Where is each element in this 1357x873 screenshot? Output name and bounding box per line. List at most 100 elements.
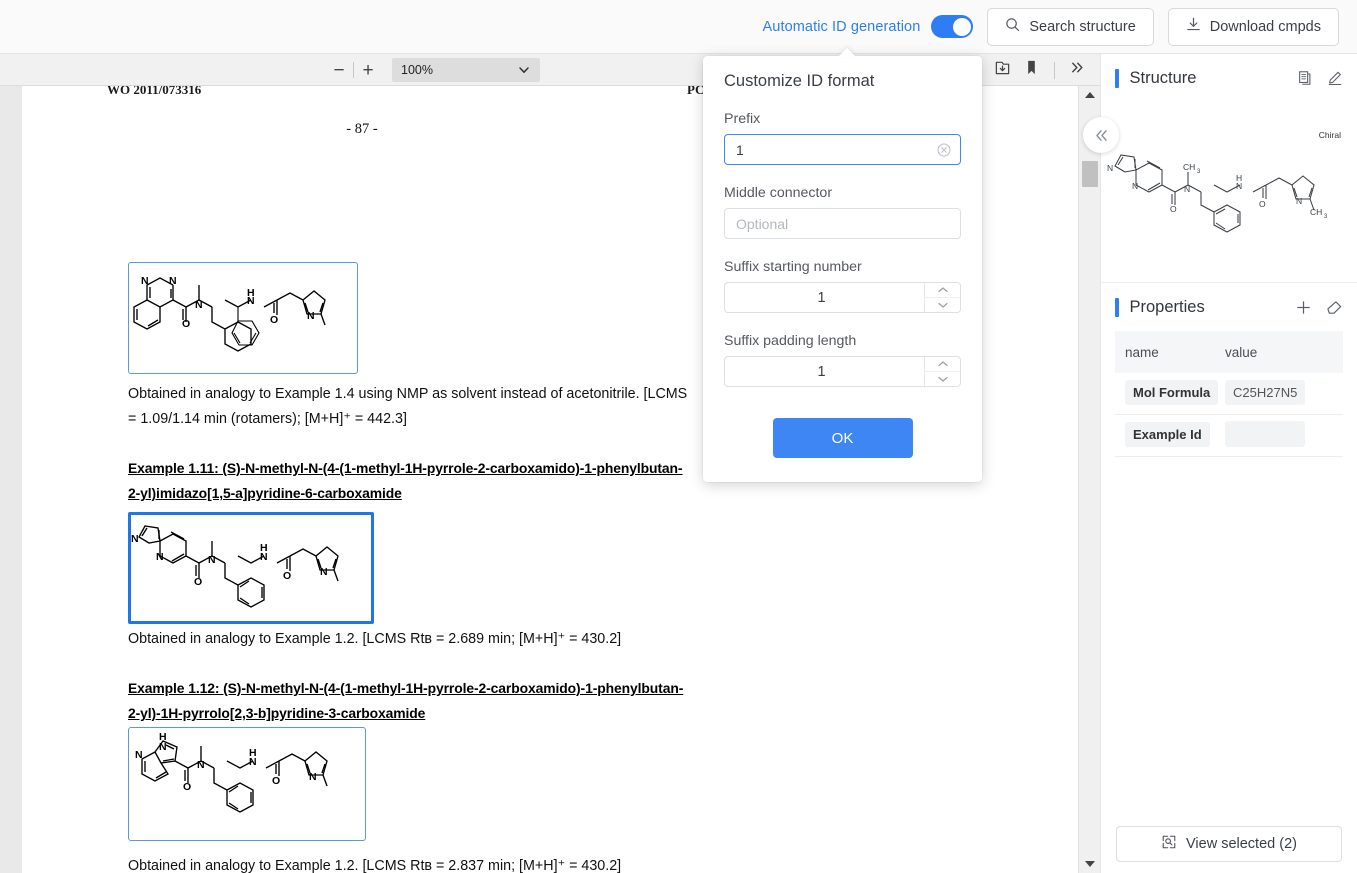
structure-preview-image: NN N NH N CH 3 CH 3 OO	[1107, 154, 1328, 233]
property-name-cell[interactable]: Mol Formula	[1115, 379, 1225, 408]
column-header-value: value	[1225, 344, 1258, 360]
scrollbar-thumb[interactable]	[1082, 161, 1098, 187]
properties-section-title: Properties	[1129, 297, 1205, 316]
svg-text:O: O	[270, 314, 278, 326]
view-selected-button[interactable]: View selected (2)	[1116, 826, 1342, 862]
middle-connector-placeholder: Optional	[736, 215, 789, 232]
stepper-down-icon[interactable]	[925, 298, 960, 312]
middle-connector-label: Middle connector	[724, 185, 833, 201]
edit-icon[interactable]	[1327, 70, 1343, 86]
section-accent-bar	[1115, 297, 1119, 317]
stepper-up-icon[interactable]	[925, 283, 960, 298]
scroll-down-arrow[interactable]	[1079, 855, 1101, 873]
page-header-left: WO 2011/073316	[107, 86, 202, 97]
zoom-controls: − + 100%	[325, 54, 540, 86]
properties-section-header: Properties	[1101, 283, 1357, 331]
prefix-value: 1	[736, 141, 744, 158]
section-accent-bar	[1115, 68, 1119, 88]
structure-3[interactable]: HN N NNH N OO	[128, 727, 366, 841]
collapse-panel-button[interactable]	[1083, 117, 1119, 153]
search-icon	[1005, 17, 1020, 36]
paragraph-line: Obtained in analogy to Example 1.4 using…	[128, 386, 688, 402]
svg-text:N: N	[1184, 184, 1190, 194]
clear-properties-icon[interactable]	[1326, 299, 1343, 316]
property-name-chip: Example Id	[1125, 421, 1210, 447]
property-name-cell[interactable]: Example Id	[1115, 421, 1225, 450]
add-property-icon[interactable]	[1295, 299, 1312, 316]
view-selected-label: View selected (2)	[1186, 836, 1297, 852]
example-heading-1-12-line-1: Example 1.12: (S)-N-methyl-N-(4-(1-methy…	[128, 680, 684, 696]
view-selected-icon	[1161, 834, 1177, 854]
zoom-out-button[interactable]: −	[325, 57, 353, 83]
bookmark-icon[interactable]	[1023, 59, 1040, 81]
svg-text:N: N	[169, 275, 177, 287]
chevron-down-icon	[518, 64, 530, 79]
zoom-in-button[interactable]: +	[354, 57, 382, 83]
download-cmpds-label: Download cmpds	[1209, 18, 1321, 35]
structure-1[interactable]: NN NNH N OO	[128, 262, 358, 374]
prefix-input[interactable]: 1	[724, 134, 961, 165]
svg-text:N: N	[320, 566, 328, 578]
customize-id-format-popover: Customize ID format Prefix 1 Middle conn…	[703, 56, 982, 482]
suffix-padding-length-stepper[interactable]: 1	[724, 356, 961, 387]
svg-text:O: O	[1259, 199, 1266, 209]
middle-connector-input[interactable]: Optional	[724, 208, 961, 239]
automatic-id-generation-toggle[interactable]	[931, 15, 974, 38]
scroll-up-arrow[interactable]	[1079, 86, 1101, 104]
property-value-chip	[1225, 421, 1305, 447]
svg-text:3: 3	[1324, 214, 1328, 220]
stepper-up-icon[interactable]	[925, 357, 960, 372]
more-icon[interactable]	[1069, 59, 1086, 81]
paragraph-line: = 1.09/1.14 min (rotamers); [M+H]⁺ = 442…	[128, 411, 407, 427]
suffix-starting-number-value: 1	[817, 289, 826, 306]
example-heading-1-12-line-2: 2-yl)-1H-pyrrolo[2,3-b]pyridine-3-carbox…	[128, 705, 426, 721]
svg-text:N: N	[309, 771, 317, 783]
svg-text:H: H	[1236, 173, 1242, 183]
zoom-level-value: 100%	[401, 63, 433, 77]
stepper-buttons	[924, 283, 960, 312]
ok-button[interactable]: OK	[772, 418, 913, 458]
clear-icon[interactable]	[937, 143, 951, 157]
download-cmpds-button[interactable]: Download cmpds	[1167, 7, 1339, 46]
toggle-knob	[952, 17, 971, 36]
structure-preview[interactable]: Chiral N N N N H N CH 3 CH 3 O O	[1101, 102, 1357, 282]
svg-text:N: N	[135, 749, 143, 761]
property-value-chip: C25H27N5	[1225, 379, 1306, 405]
example-heading-1-11-line-2: 2-yl)imidazo[1,5-a]pyridine-6-carboxamid…	[128, 485, 402, 501]
suffix-padding-length-label: Suffix padding length	[724, 333, 857, 349]
document-scrollbar[interactable]	[1078, 86, 1100, 873]
save-icon[interactable]	[994, 59, 1011, 81]
search-structure-button[interactable]: Search structure	[987, 7, 1154, 46]
toolbar-divider	[1054, 61, 1055, 79]
structure-2[interactable]: NN NNH N OO	[128, 512, 374, 624]
zoom-level-select[interactable]: 100%	[392, 58, 540, 82]
structure-section-header: Structure	[1101, 54, 1357, 102]
property-value-cell[interactable]	[1225, 421, 1343, 450]
svg-text:O: O	[183, 781, 191, 793]
right-panel: Structure Chiral N N N N H N CH 3 CH 3 O…	[1083, 54, 1357, 873]
svg-text:N: N	[1132, 181, 1138, 191]
svg-text:CH: CH	[1310, 207, 1322, 217]
svg-text:O: O	[194, 576, 202, 588]
structure-section-title: Structure	[1129, 68, 1197, 87]
automatic-id-generation-control[interactable]: Automatic ID generation	[763, 15, 974, 38]
svg-text:N: N	[141, 275, 149, 287]
svg-text:O: O	[182, 318, 190, 330]
suffix-padding-length-value: 1	[817, 363, 826, 380]
table-row[interactable]: Mol Formula C25H27N5	[1115, 373, 1343, 415]
paragraph-line: Obtained in analogy to Example 1.2. [LCM…	[128, 858, 622, 873]
properties-table: name value Mol Formula C25H27N5 Example …	[1101, 331, 1357, 457]
svg-text:O: O	[272, 775, 280, 787]
property-name-chip: Mol Formula	[1125, 379, 1219, 405]
suffix-starting-number-stepper[interactable]: 1	[724, 282, 961, 313]
search-structure-label: Search structure	[1029, 18, 1136, 35]
svg-text:3: 3	[1197, 169, 1201, 175]
table-row[interactable]: Example Id	[1115, 415, 1343, 457]
svg-text:N: N	[197, 759, 205, 771]
stepper-down-icon[interactable]	[925, 372, 960, 386]
paragraph-line: Obtained in analogy to Example 1.2. [LCM…	[128, 631, 622, 647]
property-value-cell[interactable]: C25H27N5	[1225, 379, 1343, 408]
svg-text:N: N	[1296, 196, 1302, 206]
copy-icon[interactable]	[1297, 70, 1313, 86]
svg-text:O: O	[283, 570, 291, 582]
